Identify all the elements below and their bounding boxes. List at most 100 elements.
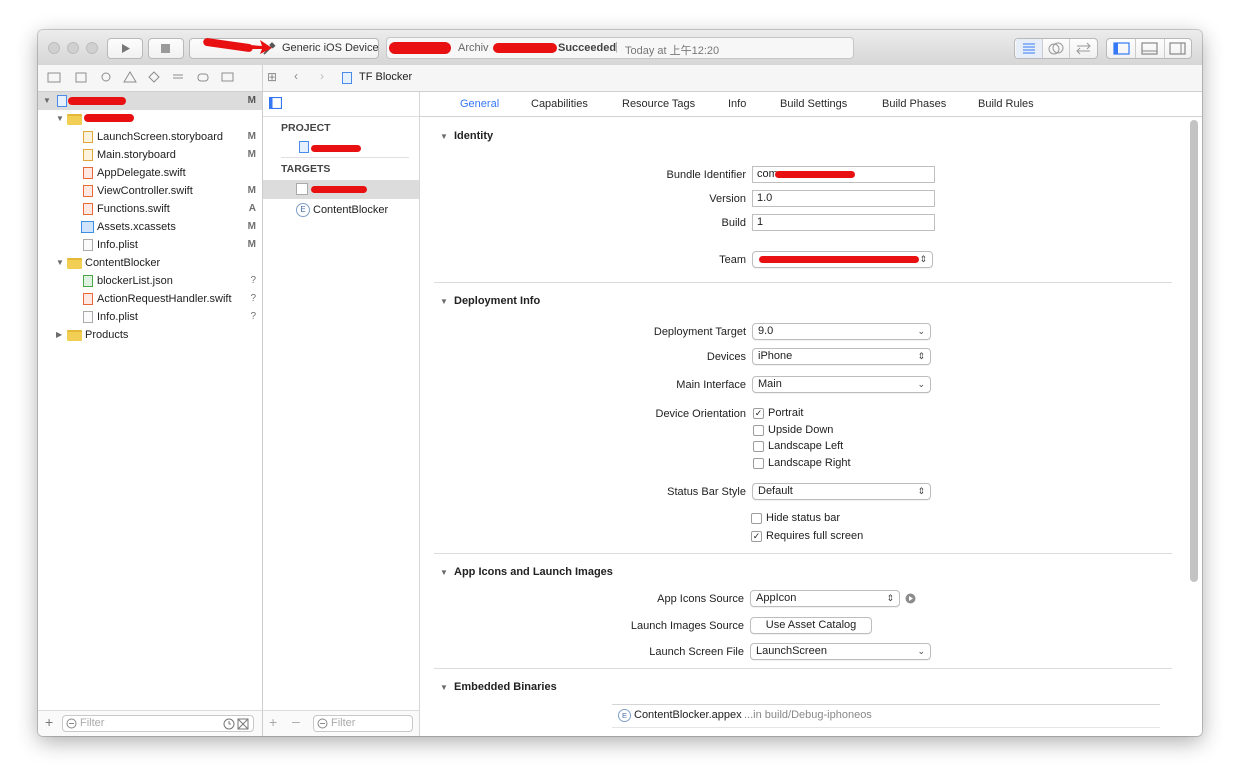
navigator-filter-bar: + Filter xyxy=(38,710,262,736)
file-name: blockerList.json xyxy=(97,275,173,287)
file-row[interactable]: AppDelegate.swift xyxy=(38,164,262,182)
xcode-window: Generic iOS Device Archiv Succeeded | To… xyxy=(38,30,1202,736)
landscape-right-checkbox[interactable] xyxy=(753,458,764,469)
file-row[interactable]: Assets.xcassets M xyxy=(38,218,262,236)
version-field[interactable]: 1.0 xyxy=(752,190,935,207)
status-bar-style-popup[interactable]: Default ⇕ xyxy=(752,483,931,500)
tab-build-settings[interactable]: Build Settings xyxy=(780,98,847,110)
add-target-icon[interactable]: + xyxy=(269,714,277,730)
project-file-icon xyxy=(342,72,352,84)
stop-button[interactable] xyxy=(148,38,184,59)
file-name: Info.plist xyxy=(97,311,138,323)
related-items-icon[interactable]: ⊞ xyxy=(267,70,277,84)
back-icon[interactable]: ‹ xyxy=(294,69,298,83)
disclosure-triangle-icon[interactable]: ▼ xyxy=(440,132,448,141)
tab-info[interactable]: Info xyxy=(728,98,746,110)
recent-and-scm-filter-icons[interactable] xyxy=(223,718,251,730)
storyboard-icon xyxy=(83,149,93,161)
view-toggle-group xyxy=(1106,38,1192,59)
tab-build-rules[interactable]: Build Rules xyxy=(978,98,1034,110)
arrow-icon xyxy=(238,40,272,54)
devices-popup[interactable]: iPhone ⇕ xyxy=(752,348,931,365)
run-button[interactable] xyxy=(107,38,143,59)
app-icons-source-popup[interactable]: AppIcon ⇕ xyxy=(750,590,900,607)
breadcrumb-project[interactable]: TF Blocker xyxy=(359,71,412,83)
bottom-panel-icon xyxy=(1141,42,1158,55)
toggle-debug-area-button[interactable] xyxy=(1136,39,1165,58)
add-icon[interactable]: + xyxy=(45,714,53,730)
hide-targets-icon[interactable] xyxy=(269,97,282,109)
embedded-binary-path: ...in build/Debug-iphoneos xyxy=(744,709,872,721)
deployment-target-value: 9.0 xyxy=(758,325,774,337)
tab-resource-tags[interactable]: Resource Tags xyxy=(622,98,695,110)
project-root-row[interactable]: ▼ M xyxy=(38,92,262,110)
project-header: PROJECT xyxy=(281,122,331,134)
remove-target-icon[interactable]: – xyxy=(292,713,300,729)
zoom-window-button[interactable] xyxy=(86,42,98,54)
disclosure-triangle-icon[interactable]: ▼ xyxy=(56,110,64,128)
test-icon xyxy=(148,71,160,83)
disclosure-triangle-icon[interactable]: ▼ xyxy=(43,92,51,110)
right-panel-icon xyxy=(1169,42,1186,55)
disclosure-triangle-icon[interactable]: ▼ xyxy=(440,568,448,577)
version-editor-button[interactable] xyxy=(1070,39,1097,58)
tab-capabilities[interactable]: Capabilities xyxy=(531,98,588,110)
close-window-button[interactable] xyxy=(48,42,60,54)
target-item-selected[interactable] xyxy=(263,180,419,199)
navigator-filter-field[interactable]: Filter xyxy=(62,715,254,732)
assistant-editor-button[interactable] xyxy=(1043,39,1070,58)
group-row[interactable]: ▼ xyxy=(38,110,262,128)
build-field[interactable]: 1 xyxy=(752,214,935,231)
forward-icon[interactable]: › xyxy=(320,69,324,83)
file-row[interactable]: ActionRequestHandler.swift ? xyxy=(38,290,262,308)
targets-filter-field[interactable]: Filter xyxy=(313,715,413,732)
bundle-identifier-field[interactable]: com xyxy=(752,166,935,183)
disclosure-triangle-icon[interactable]: ▼ xyxy=(440,297,448,306)
file-row[interactable]: Main.storyboard M xyxy=(38,146,262,164)
section-divider xyxy=(434,668,1172,669)
project-item[interactable] xyxy=(263,138,419,156)
file-row[interactable]: Info.plist ? xyxy=(38,308,262,326)
editor-scrollbar[interactable] xyxy=(1190,120,1198,582)
chevron-down-icon: ⌄ xyxy=(917,326,925,336)
group-row[interactable]: ▶ Products xyxy=(38,326,262,344)
target-item[interactable]: E ContentBlocker xyxy=(263,201,419,220)
file-name: Assets.xcassets xyxy=(97,221,176,233)
main-interface-combo[interactable]: Main ⌄ xyxy=(752,376,931,393)
filter-icon xyxy=(317,718,328,729)
redaction-scribble xyxy=(311,145,361,152)
upside-down-label: Upside Down xyxy=(768,424,834,436)
group-name: Products xyxy=(85,329,129,341)
disclosure-triangle-icon[interactable]: ▼ xyxy=(56,254,64,272)
redaction-scribble xyxy=(389,42,451,54)
disclosure-triangle-icon[interactable]: ▶ xyxy=(56,326,62,344)
group-row[interactable]: ▼ ContentBlocker xyxy=(38,254,262,272)
deployment-target-combo[interactable]: 9.0 ⌄ xyxy=(752,323,931,340)
portrait-checkbox[interactable]: ✓ xyxy=(753,408,764,419)
tab-general[interactable]: General xyxy=(460,98,499,110)
disclosure-triangle-icon[interactable]: ▼ xyxy=(440,683,448,692)
file-row[interactable]: ViewController.swift M xyxy=(38,182,262,200)
chevron-down-icon: ⌄ xyxy=(917,646,925,656)
standard-editor-button[interactable] xyxy=(1016,39,1043,58)
file-row[interactable]: LaunchScreen.storyboard M xyxy=(38,128,262,146)
requires-full-screen-label: Requires full screen xyxy=(766,530,864,542)
use-asset-catalog-button[interactable]: Use Asset Catalog xyxy=(750,617,872,634)
landscape-left-checkbox[interactable] xyxy=(753,441,764,452)
file-row[interactable]: Functions.swift A xyxy=(38,200,262,218)
launch-screen-file-combo[interactable]: LaunchScreen ⌄ xyxy=(750,643,931,660)
file-row[interactable]: Info.plist M xyxy=(38,236,262,254)
filter-placeholder: Filter xyxy=(80,717,105,729)
file-row[interactable]: blockerList.json ? xyxy=(38,272,262,290)
team-popup[interactable]: ⇕ xyxy=(752,251,933,268)
upside-down-checkbox[interactable] xyxy=(753,425,764,436)
toggle-navigator-button[interactable] xyxy=(1108,39,1136,58)
tab-build-phases[interactable]: Build Phases xyxy=(882,98,946,110)
embedded-binary-row[interactable]: E ContentBlocker.appex ...in build/Debug… xyxy=(612,705,1160,726)
target-name: ContentBlocker xyxy=(313,204,389,216)
minimize-window-button[interactable] xyxy=(67,42,79,54)
go-arrow-icon[interactable] xyxy=(905,593,916,604)
toggle-utilities-button[interactable] xyxy=(1165,39,1192,58)
requires-full-screen-checkbox[interactable]: ✓ xyxy=(751,531,762,542)
hide-status-bar-checkbox[interactable] xyxy=(751,513,762,524)
